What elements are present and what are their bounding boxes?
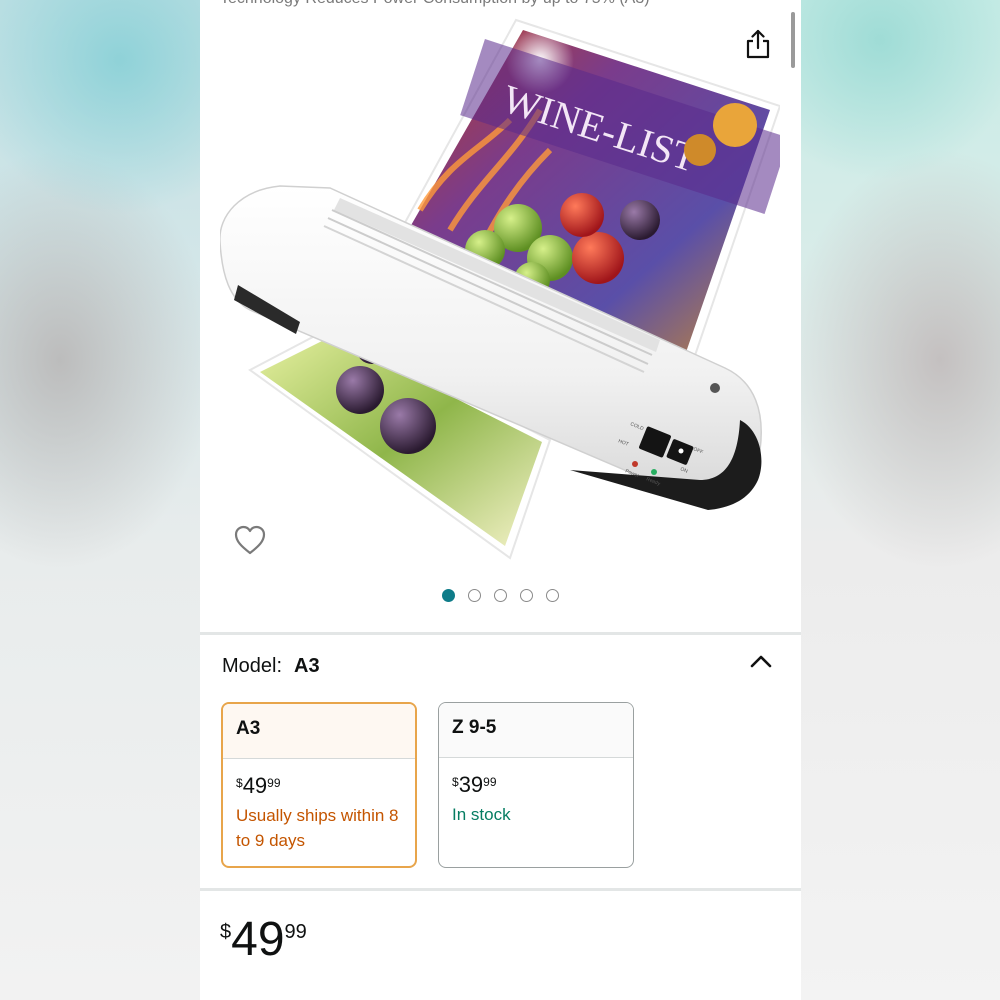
section-divider [200, 632, 801, 635]
price-cents: 99 [284, 921, 307, 943]
availability-text: Usually ships within 8 to 9 days [236, 806, 399, 850]
product-page: Technology Reduces Power Consumption by … [200, 0, 801, 1000]
price-symbol: $ [220, 921, 232, 943]
chevron-up-icon [750, 655, 772, 668]
background-right [800, 0, 1000, 1000]
carousel-dot[interactable] [520, 589, 533, 602]
price-cents: 99 [483, 775, 497, 789]
heart-outline-icon [234, 525, 266, 555]
favorite-button[interactable] [232, 522, 268, 558]
price-cents: 99 [267, 776, 281, 790]
carousel-dot[interactable] [494, 589, 507, 602]
carousel-dot[interactable] [546, 589, 559, 602]
carousel-dot-active[interactable] [442, 589, 455, 602]
model-selected-value: A3 [294, 655, 320, 677]
price-whole: 49 [242, 773, 268, 798]
product-title-partial: Technology Reduces Power Consumption by … [220, 0, 780, 8]
background-left [0, 0, 200, 1000]
availability-text: In stock [452, 805, 511, 824]
model-label: Model: [222, 655, 283, 677]
scrollbar[interactable] [791, 12, 795, 68]
model-option-name: Z 9-5 [439, 703, 633, 758]
price-symbol: $ [452, 775, 459, 789]
price-whole: 49 [231, 913, 285, 966]
product-image-laminator[interactable]: WINE-LIST COLD HOT OFF ON Power Ready [220, 10, 780, 565]
model-option-name: A3 [223, 704, 415, 759]
price-symbol: $ [236, 776, 243, 790]
price-whole: 39 [458, 772, 484, 797]
product-price: $4999 [220, 916, 307, 964]
carousel-dot[interactable] [468, 589, 481, 602]
model-option-price: $4999 [223, 759, 415, 797]
section-divider [200, 888, 801, 891]
model-option-a3[interactable]: A3 $4999 Usually ships within 8 to 9 day… [221, 702, 417, 868]
model-option-price: $3999 [439, 758, 633, 796]
collapse-model-button[interactable] [748, 648, 774, 674]
model-option-z9-5[interactable]: Z 9-5 $3999 In stock [438, 702, 634, 868]
image-carousel-indicator [200, 589, 801, 603]
model-selector-header: Model: A3 [222, 655, 320, 678]
